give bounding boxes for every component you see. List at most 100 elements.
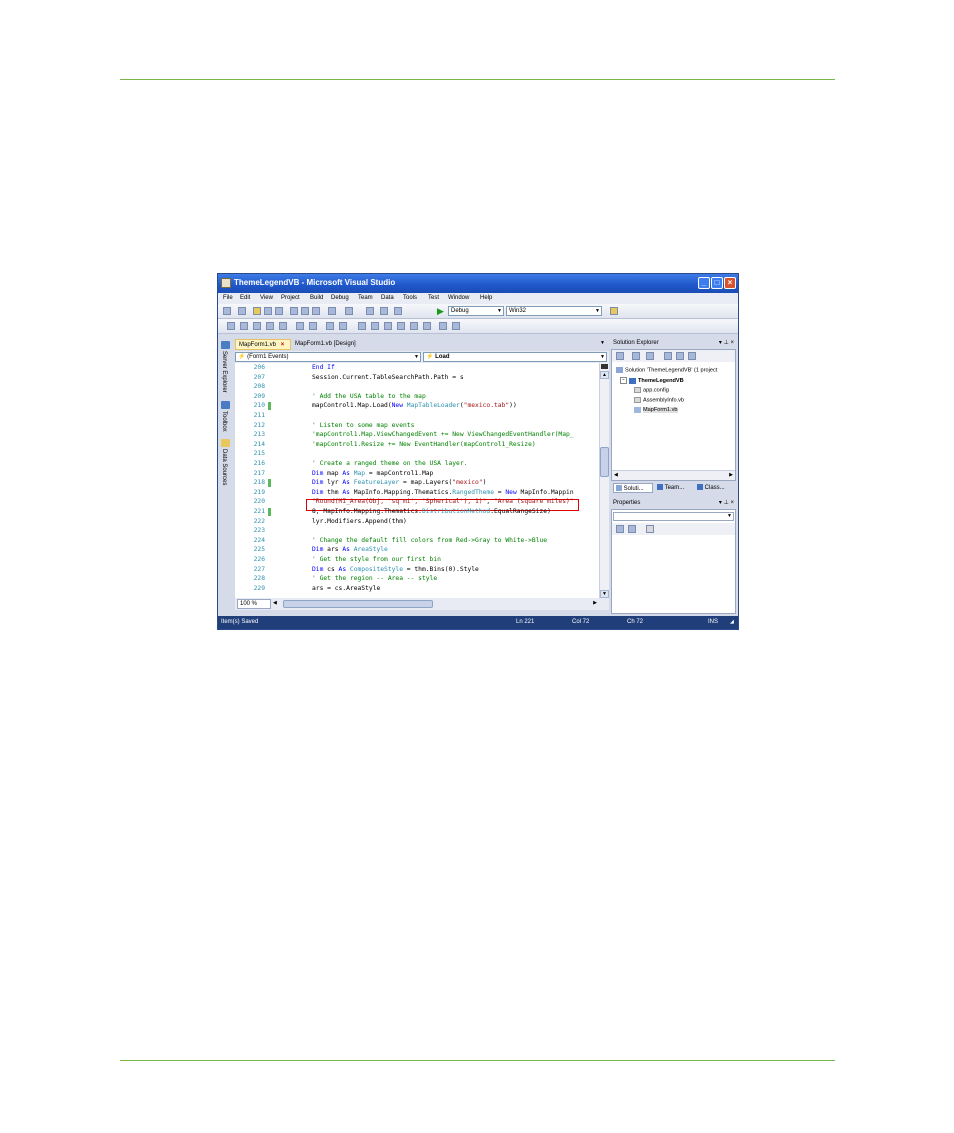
- menu-data[interactable]: Data: [381, 295, 394, 301]
- tree-item-app-config[interactable]: app.config: [634, 387, 669, 393]
- solution-platform-combo[interactable]: Win32 ▼: [506, 306, 602, 316]
- cut-icon[interactable]: [290, 307, 298, 315]
- method-combo[interactable]: ⚡ Load ▼: [423, 352, 607, 362]
- nav-forward-icon[interactable]: [380, 307, 388, 315]
- chevron-down-icon[interactable]: ▼: [600, 340, 605, 346]
- properties-icon[interactable]: [616, 352, 624, 360]
- code-line[interactable]: 219 Dim thm As MapInfo.Mapping.Thematics.…: [235, 488, 599, 498]
- code-line[interactable]: 213 'mapControl1.Map.ViewChangedEvent += …: [235, 430, 599, 440]
- tab-team-explorer[interactable]: Team...: [655, 483, 686, 493]
- find-in-files-icon[interactable]: [610, 307, 618, 315]
- code-line[interactable]: 229 ars = cs.AreaStyle: [235, 584, 599, 594]
- code-line[interactable]: 222 lyr.Modifiers.Append(thm): [235, 517, 599, 527]
- prev-bookmark-folder-icon[interactable]: [397, 322, 405, 330]
- menu-file[interactable]: File: [223, 295, 233, 301]
- uncomment-icon[interactable]: [339, 322, 347, 330]
- scroll-right-icon[interactable]: ▶: [593, 600, 597, 606]
- split-handle-icon[interactable]: [601, 364, 608, 369]
- find-icon[interactable]: [394, 307, 402, 315]
- scroll-thumb[interactable]: [600, 447, 609, 477]
- code-line[interactable]: 226 ' Get the style from our first bin: [235, 555, 599, 565]
- maximize-button[interactable]: □: [711, 277, 723, 289]
- start-debugging-icon[interactable]: ▶: [437, 306, 444, 316]
- menu-test[interactable]: Test: [428, 295, 439, 301]
- object-selector[interactable]: ▼: [613, 512, 734, 521]
- member-list-icon[interactable]: [240, 322, 248, 330]
- menu-project[interactable]: Project: [281, 295, 300, 301]
- code-line[interactable]: 224 ' Change the default fill colors from…: [235, 536, 599, 546]
- object-combo[interactable]: ⚡ (Form1 Events) ▼: [235, 352, 421, 362]
- scroll-left-icon[interactable]: ◀: [614, 472, 618, 478]
- code-line[interactable]: 206 End If: [235, 363, 599, 373]
- copy-icon[interactable]: [301, 307, 309, 315]
- prev-bookmark-icon[interactable]: [371, 322, 379, 330]
- code-line[interactable]: 225 Dim ars As AreaStyle: [235, 545, 599, 555]
- alphabetical-icon[interactable]: [628, 525, 636, 533]
- undo-icon[interactable]: [328, 307, 336, 315]
- menu-debug[interactable]: Debug: [331, 295, 349, 301]
- code-line[interactable]: 214 'mapControl1.Resize += New EventHandl…: [235, 440, 599, 450]
- horizontal-scroll-thumb[interactable]: [283, 600, 433, 608]
- class-diagram-icon[interactable]: [688, 352, 696, 360]
- scroll-up-icon[interactable]: ▲: [600, 371, 609, 379]
- code-line[interactable]: 217 Dim map As Map = mapControl1.Map: [235, 469, 599, 479]
- toolbox-tab[interactable]: Toolbox: [221, 411, 227, 432]
- code-line[interactable]: 215: [235, 449, 599, 459]
- tree-item-solution[interactable]: Solution 'ThemeLegendVB' (1 project: [616, 367, 717, 373]
- code-line[interactable]: 210 mapControl1.Map.Load(New MapTableLoad…: [235, 401, 599, 411]
- solution-config-combo[interactable]: Debug ▼: [448, 306, 504, 316]
- outdent-icon[interactable]: [296, 322, 304, 330]
- code-line[interactable]: 216 ' Create a ranged theme on the USA la…: [235, 459, 599, 469]
- view-code-icon[interactable]: [664, 352, 672, 360]
- solution-hscroll[interactable]: ◀ ▶: [612, 470, 735, 480]
- bookmark-icon[interactable]: [358, 322, 366, 330]
- tab-mapform1-vb[interactable]: MapForm1.vb ×: [235, 339, 291, 350]
- data-sources-tab[interactable]: Data Sources: [221, 449, 227, 485]
- indent-icon[interactable]: [309, 322, 317, 330]
- scroll-right-icon[interactable]: ▶: [729, 472, 733, 478]
- resize-grip-icon[interactable]: ◢: [730, 616, 734, 629]
- add-item-icon[interactable]: [238, 307, 246, 315]
- redo-icon[interactable]: [345, 307, 353, 315]
- code-line[interactable]: 220 "Round(MI_Area(Obj, 'sq mi', 'Spheric…: [235, 497, 599, 507]
- view-designer-icon[interactable]: [676, 352, 684, 360]
- menu-window[interactable]: Window: [448, 295, 469, 301]
- code-line[interactable]: 221 8, MapInfo.Mapping.Thematics.Distribu…: [235, 507, 599, 517]
- tree-item-assemblyinfo[interactable]: AssemblyInfo.vb: [634, 397, 684, 403]
- code-line[interactable]: 227 Dim cs As CompositeStyle = thm.Bins(0…: [235, 565, 599, 575]
- parameter-info-icon[interactable]: [253, 322, 261, 330]
- toolbar-options-icon[interactable]: [452, 322, 460, 330]
- show-all-files-icon[interactable]: [632, 352, 640, 360]
- code-line[interactable]: 228 ' Get the region -- Area -- style: [235, 574, 599, 584]
- categorized-icon[interactable]: [616, 525, 624, 533]
- refresh-icon[interactable]: [646, 352, 654, 360]
- collapse-icon[interactable]: −: [620, 377, 627, 384]
- code-editor[interactable]: 206 End If 207 Session.Current.TableSearchP…: [235, 363, 609, 598]
- complete-word-icon[interactable]: [279, 322, 287, 330]
- minimize-button[interactable]: _: [698, 277, 710, 289]
- property-pages-icon[interactable]: [646, 525, 654, 533]
- zoom-combo[interactable]: 100 %: [237, 599, 271, 609]
- server-explorer-tab[interactable]: Server Explorer: [221, 351, 227, 393]
- close-icon[interactable]: ×: [281, 342, 285, 348]
- scroll-left-icon[interactable]: ◀: [273, 600, 277, 606]
- tab-solution-explorer[interactable]: Soluti...: [613, 483, 653, 493]
- close-button[interactable]: ×: [724, 277, 736, 289]
- menu-build[interactable]: Build: [310, 295, 323, 301]
- editor-vertical-scrollbar[interactable]: ▲ ▼: [599, 363, 609, 598]
- tab-class-view[interactable]: Class...: [695, 483, 727, 493]
- open-icon[interactable]: [253, 307, 261, 315]
- tab-mapform1-design[interactable]: MapForm1.vb [Design]: [292, 339, 359, 350]
- code-line[interactable]: 212 ' Listen to some map events: [235, 421, 599, 431]
- menu-edit[interactable]: Edit: [240, 295, 250, 301]
- menu-tools[interactable]: Tools: [403, 295, 417, 301]
- code-line[interactable]: 208: [235, 382, 599, 392]
- code-line[interactable]: 211: [235, 411, 599, 421]
- quick-info-icon[interactable]: [266, 322, 274, 330]
- paste-icon[interactable]: [312, 307, 320, 315]
- menu-team[interactable]: Team: [358, 295, 373, 301]
- scroll-down-icon[interactable]: ▼: [600, 590, 609, 598]
- tree-item-project[interactable]: − ThemeLegendVB: [620, 377, 684, 384]
- next-bookmark-folder-icon[interactable]: [410, 322, 418, 330]
- options-icon[interactable]: [439, 322, 447, 330]
